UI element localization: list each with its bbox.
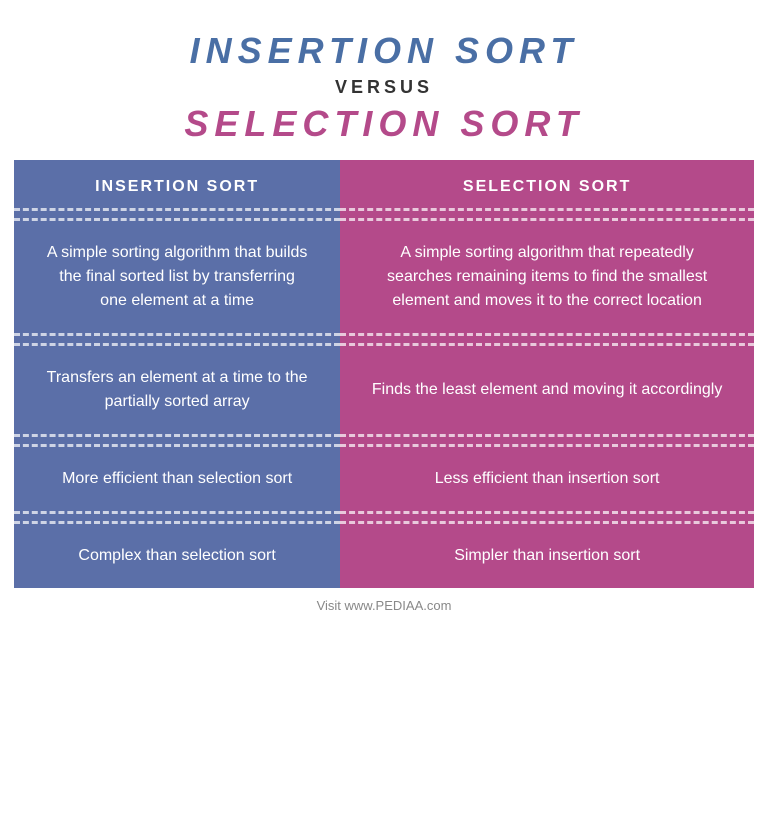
page-header: INSERTION SORT VERSUS SELECTION SORT (164, 0, 603, 160)
insertion-sort-column-header: INSERTION SORT (14, 160, 340, 210)
divider-selection-3 (340, 436, 754, 446)
insertion-row1-cell: A simple sorting algorithm that builds t… (14, 220, 340, 335)
divider-row-3 (14, 436, 754, 446)
table-row: Complex than selection sort Simpler than… (14, 523, 754, 589)
divider-insertion-3 (14, 436, 340, 446)
insertion-row2-cell: Transfers an element at a time to the pa… (14, 345, 340, 436)
table-row: Transfers an element at a time to the pa… (14, 345, 754, 436)
versus-label: VERSUS (184, 77, 583, 98)
divider-row-4 (14, 513, 754, 523)
table-row: More efficient than selection sort Less … (14, 446, 754, 513)
insertion-row4-cell: Complex than selection sort (14, 523, 340, 589)
comparison-table: INSERTION SORT SELECTION SORT A simple s… (14, 160, 754, 628)
selection-sort-column-header: SELECTION SORT (340, 160, 754, 210)
footer-row: Visit www.PEDIAA.com (14, 588, 754, 628)
table-header-row: INSERTION SORT SELECTION SORT (14, 160, 754, 210)
divider-selection-4 (340, 513, 754, 523)
comparison-table-wrapper: INSERTION SORT SELECTION SORT A simple s… (14, 160, 754, 628)
insertion-sort-title: INSERTION SORT (184, 30, 583, 72)
selection-sort-title: SELECTION SORT (184, 103, 583, 145)
footer-text: Visit www.PEDIAA.com (14, 588, 754, 628)
divider-insertion-1 (14, 210, 340, 220)
table-row: A simple sorting algorithm that builds t… (14, 220, 754, 335)
divider-insertion-2 (14, 335, 340, 345)
divider-row-1 (14, 210, 754, 220)
divider-insertion-4 (14, 513, 340, 523)
divider-row-2 (14, 335, 754, 345)
divider-selection-2 (340, 335, 754, 345)
divider-selection-1 (340, 210, 754, 220)
selection-row2-cell: Finds the least element and moving it ac… (340, 345, 754, 436)
insertion-row3-cell: More efficient than selection sort (14, 446, 340, 513)
selection-row1-cell: A simple sorting algorithm that repeated… (340, 220, 754, 335)
selection-row3-cell: Less efficient than insertion sort (340, 446, 754, 513)
selection-row4-cell: Simpler than insertion sort (340, 523, 754, 589)
